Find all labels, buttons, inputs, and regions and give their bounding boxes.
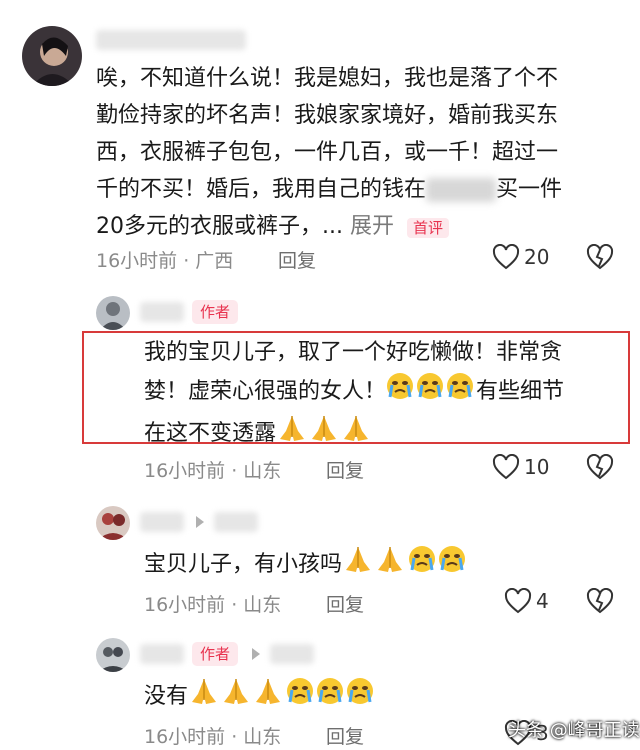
avatar[interactable] <box>96 638 130 672</box>
username-blurred[interactable] <box>140 644 184 664</box>
like-button[interactable] <box>492 243 520 274</box>
blurred-text <box>426 178 497 202</box>
like-count: 10 <box>524 455 550 479</box>
like-button[interactable] <box>504 587 532 618</box>
dislike-button[interactable] <box>586 243 614 274</box>
like-count: 20 <box>524 245 550 269</box>
comment-text: 我的宝贝儿子，取了一个好吃懒做！非常贪 婪！虚荣心很强的女人！ 有些细节 在这不… <box>144 334 624 455</box>
praying-crying-emoji-group <box>342 544 468 586</box>
reply-to-username-blurred[interactable] <box>270 644 314 664</box>
comment-text: 没有 <box>144 676 624 718</box>
heart-icon <box>492 243 520 270</box>
comment-time-location: 16小时前 · 广西 <box>96 250 234 272</box>
comment-time-location: 16小时前 · 山东 <box>144 726 282 748</box>
reply-button[interactable]: 回复 <box>326 722 364 749</box>
comment-text: 唉，不知道什么说！我是媳妇，我也是落了个不 勤俭持家的坏名声！我娘家家境好，婚前… <box>96 66 563 239</box>
praying-crying-emoji-group <box>188 676 378 718</box>
broken-heart-icon <box>586 243 614 270</box>
crying-emoji-group <box>386 371 476 413</box>
comment-time-location: 16小时前 · 山东 <box>144 460 282 482</box>
watermark: 头条 @峰哥正读 <box>508 720 640 741</box>
praying-hands-emoji-group <box>276 413 372 455</box>
reply-arrow-icon <box>194 514 206 534</box>
dislike-button[interactable] <box>586 453 614 484</box>
heart-icon <box>504 587 532 614</box>
dislike-button[interactable] <box>586 587 614 618</box>
reply-to-username-blurred[interactable] <box>214 512 258 532</box>
author-badge: 作者 <box>192 642 239 666</box>
expand-link[interactable]: 展开 <box>350 214 394 239</box>
reply-button[interactable]: 回复 <box>326 456 364 483</box>
like-count: 4 <box>536 589 549 613</box>
avatar[interactable] <box>96 506 130 540</box>
avatar[interactable] <box>96 296 130 330</box>
username-blurred[interactable] <box>140 302 184 322</box>
comment-time-location: 16小时前 · 山东 <box>144 594 282 616</box>
username-blurred[interactable] <box>140 512 184 532</box>
comment-text: 宝贝儿子，有小孩吗 <box>144 544 624 586</box>
broken-heart-icon <box>586 453 614 480</box>
broken-heart-icon <box>586 587 614 614</box>
reply-arrow-icon <box>250 646 262 666</box>
author-badge: 作者 <box>192 300 239 324</box>
avatar[interactable] <box>22 26 82 86</box>
first-comment-badge: 首评 <box>407 218 450 238</box>
reply-button[interactable]: 回复 <box>278 246 316 273</box>
reply-button[interactable]: 回复 <box>326 590 364 617</box>
like-button[interactable] <box>492 453 520 484</box>
heart-icon <box>492 453 520 480</box>
username-blurred[interactable] <box>96 30 246 50</box>
